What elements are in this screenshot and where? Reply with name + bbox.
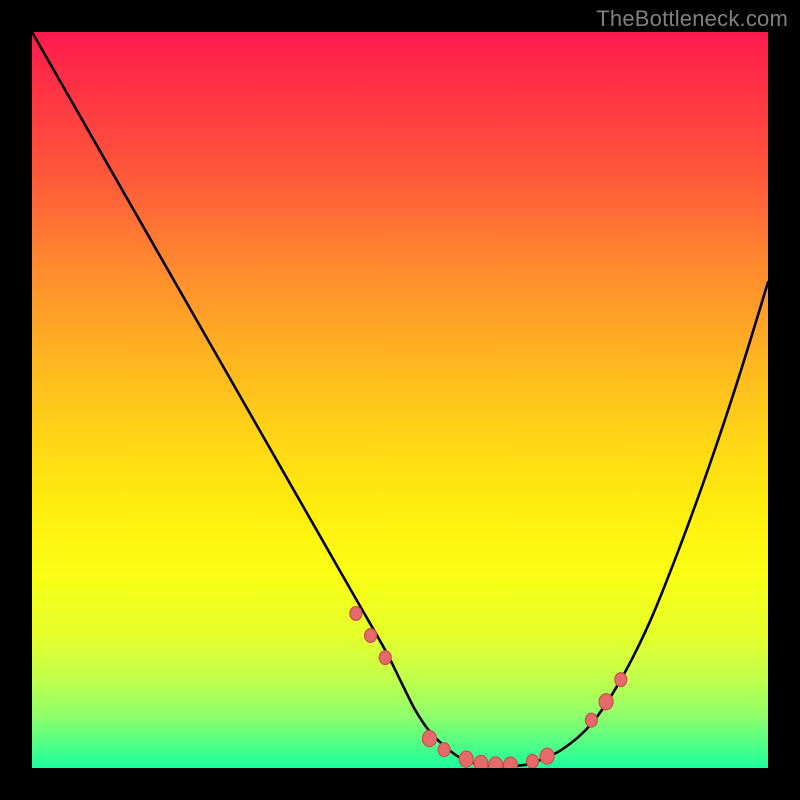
chart-svg: [32, 32, 768, 768]
data-dot: [503, 757, 517, 768]
data-dot: [422, 731, 436, 747]
data-dot: [438, 743, 450, 757]
watermark-text: TheBottleneck.com: [596, 6, 788, 32]
data-dot: [474, 756, 488, 768]
data-dot: [459, 751, 473, 767]
data-dot: [540, 748, 554, 764]
chart-frame: TheBottleneck.com: [0, 0, 800, 800]
data-dot: [489, 757, 503, 768]
data-dot: [350, 607, 362, 621]
plot-area: [32, 32, 768, 768]
data-dot: [585, 713, 597, 727]
data-dot: [379, 651, 391, 665]
bottleneck-curve: [32, 32, 768, 767]
data-dot: [615, 673, 627, 687]
data-dot: [365, 629, 377, 643]
data-dots: [350, 607, 627, 768]
data-dot: [526, 754, 538, 768]
data-dot: [599, 694, 613, 710]
